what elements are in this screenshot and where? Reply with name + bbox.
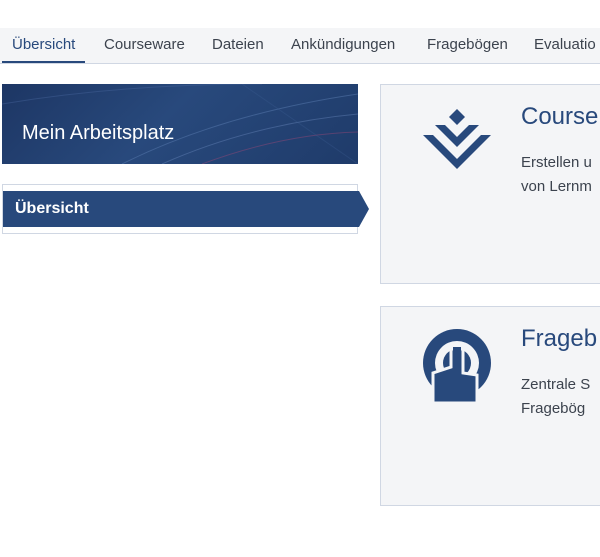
card-description-line: Zentrale S bbox=[521, 376, 591, 393]
sidebar-item-label: Übersicht bbox=[15, 200, 89, 217]
frageboegen-card[interactable]: Frageb Zentrale S Fragebög bbox=[380, 306, 600, 506]
sidebar-item-uebersicht[interactable]: Übersicht bbox=[3, 191, 369, 227]
card-description-line: Fragebög bbox=[521, 400, 586, 417]
tab-evaluation[interactable]: Evaluatio bbox=[524, 28, 600, 63]
sidebar-nav: Übersicht bbox=[2, 184, 369, 234]
workspace-header: Mein Arbeitsplatz bbox=[2, 84, 358, 164]
card-title: Course bbox=[521, 103, 599, 130]
tab-dateien[interactable]: Dateien bbox=[202, 28, 274, 63]
card-description: Zentrale S Fragebög bbox=[521, 373, 590, 421]
tab-frageboegen[interactable]: Fragebögen bbox=[417, 28, 518, 63]
touch-hand-icon bbox=[423, 329, 491, 403]
card-title: Frageb bbox=[521, 325, 598, 352]
tab-uebersicht[interactable]: Übersicht bbox=[2, 28, 86, 63]
courseware-layers-icon bbox=[423, 109, 491, 169]
workspace-title: Mein Arbeitsplatz bbox=[22, 122, 175, 144]
card-description: Erstellen u von Lernm bbox=[521, 151, 592, 199]
top-bar bbox=[0, 0, 600, 28]
active-arrow-icon bbox=[359, 191, 369, 227]
card-description-line: Erstellen u bbox=[521, 154, 592, 171]
tab-ankuendigungen[interactable]: Ankündigungen bbox=[281, 28, 405, 63]
card-description-line: von Lernm bbox=[521, 178, 592, 195]
tab-bar: Übersicht Courseware Dateien Ankündigung… bbox=[0, 28, 600, 64]
courseware-card[interactable]: Course Erstellen u von Lernm bbox=[380, 84, 600, 284]
tab-courseware[interactable]: Courseware bbox=[94, 28, 195, 63]
